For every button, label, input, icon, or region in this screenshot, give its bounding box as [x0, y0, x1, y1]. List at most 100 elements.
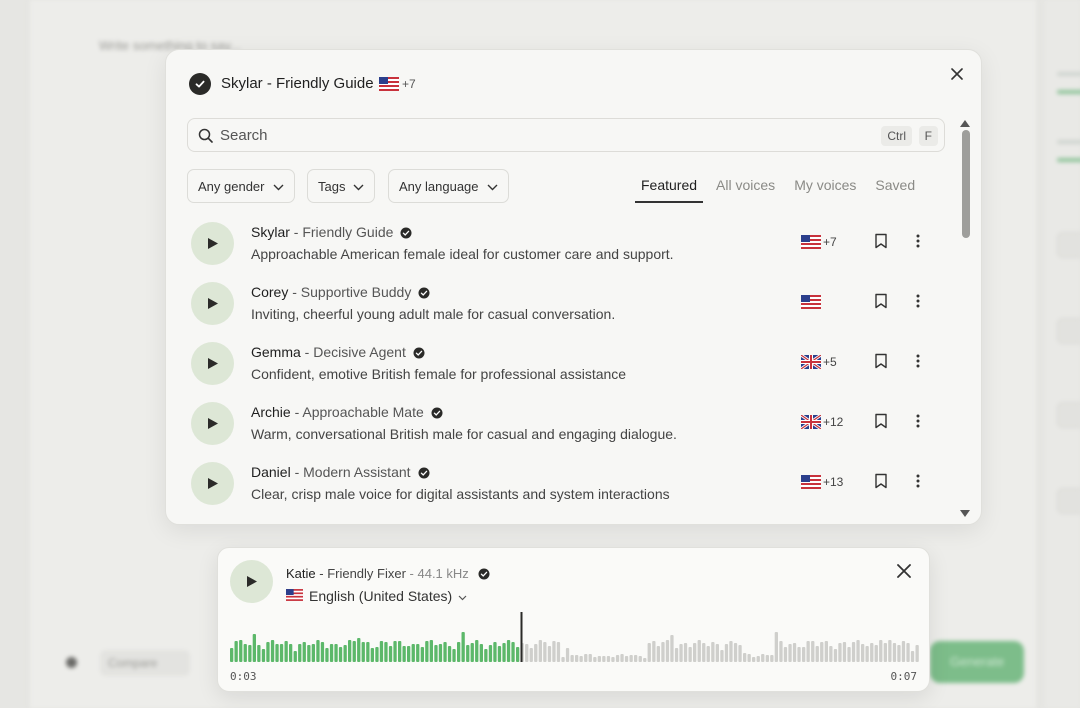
waveform-bar: [602, 656, 606, 662]
scrollbar-thumb[interactable]: [962, 130, 970, 238]
more-options-icon[interactable]: [916, 473, 920, 494]
voice-row-skylar[interactable]: Skylar - Friendly Guide Approachable Amer…: [187, 214, 947, 274]
bookmark-icon[interactable]: [874, 473, 888, 494]
bookmark-icon[interactable]: [874, 413, 888, 434]
gender-filter-dropdown[interactable]: Any gender: [187, 169, 295, 203]
waveform-bar: [407, 646, 411, 662]
tags-filter-dropdown[interactable]: Tags: [307, 169, 376, 203]
bookmark-icon[interactable]: [874, 233, 888, 254]
waveform-bar: [802, 647, 806, 662]
waveform-bar: [643, 658, 647, 662]
voice-role: - Modern Assistant: [290, 464, 411, 480]
waveform-bar: [379, 641, 384, 662]
play-button[interactable]: [191, 282, 234, 325]
waveform-bar: [447, 646, 452, 662]
waveform-bar: [239, 640, 243, 662]
waveform-bar: [851, 642, 856, 662]
waveform-bar: [670, 635, 674, 662]
verified-badge-icon: [418, 286, 430, 302]
search-input[interactable]: [220, 119, 820, 151]
voice-description: Clear, crisp male voice for digital assi…: [251, 486, 670, 502]
waveform-bar: [534, 644, 538, 662]
verified-badge-icon: [478, 568, 490, 583]
play-button[interactable]: [191, 402, 234, 445]
waveform-bar: [425, 641, 429, 662]
more-options-icon[interactable]: [916, 293, 920, 314]
waveform-bar: [897, 645, 901, 662]
voice-extra-languages: +5: [823, 355, 837, 369]
waveform-bar: [815, 646, 819, 662]
background-compare-button: Compare: [100, 650, 190, 676]
play-button[interactable]: [191, 222, 234, 265]
waveform-bar: [348, 640, 352, 662]
waveform-bar: [824, 641, 828, 662]
waveform-bar: [842, 642, 847, 662]
waveform-bar: [329, 644, 334, 662]
tab-featured[interactable]: Featured: [635, 177, 704, 203]
player-close-icon[interactable]: [897, 564, 911, 583]
waveform-bar: [298, 644, 302, 662]
audio-waveform[interactable]: [230, 612, 920, 666]
waveform-bar: [375, 647, 379, 662]
voice-title: Skylar - Friendly Guide: [251, 224, 412, 242]
voice-row-corey[interactable]: Corey - Supportive Buddy Inviting, cheerf…: [187, 274, 947, 334]
waveform-bar: [402, 646, 406, 662]
player-voice-role: - Friendly Fixer: [315, 566, 406, 581]
scroll-down-arrow-icon[interactable]: [960, 505, 970, 523]
voice-name: Gemma: [251, 344, 301, 360]
more-options-icon[interactable]: [916, 353, 920, 374]
play-button[interactable]: [191, 462, 234, 505]
player-language-dropdown[interactable]: English (United States): [286, 588, 467, 604]
close-modal-icon[interactable]: [947, 64, 967, 84]
waveform-bar: [230, 648, 234, 662]
waveform-bar: [529, 648, 533, 662]
play-icon: [207, 478, 218, 489]
voice-description: Warm, conversational British male for ca…: [251, 426, 677, 442]
chevron-down-icon: [487, 179, 498, 194]
bookmark-icon[interactable]: [874, 293, 888, 314]
voice-row-archie[interactable]: Archie - Approachable Mate Warm, conversa…: [187, 394, 947, 454]
waveform-bar: [770, 655, 774, 662]
waveform-bar: [870, 643, 874, 662]
voice-extra-languages: +12: [823, 415, 844, 429]
us-flag-icon: [801, 475, 821, 494]
voice-extra-languages: +13: [823, 475, 844, 489]
waveform-bar: [656, 646, 660, 662]
waveform-bar: [597, 656, 601, 662]
waveform-bar: [565, 648, 570, 662]
tab-saved[interactable]: Saved: [875, 177, 915, 203]
tab-my-voices[interactable]: My voices: [794, 177, 856, 203]
voice-role: - Supportive Buddy: [288, 284, 412, 300]
voice-title: Archie - Approachable Mate: [251, 404, 443, 422]
bookmark-icon[interactable]: [874, 353, 888, 374]
language-filter-dropdown[interactable]: Any language: [388, 169, 509, 203]
voice-row-daniel[interactable]: Daniel - Modern Assistant Clear, crisp ma…: [187, 454, 947, 514]
waveform-bar: [752, 657, 756, 662]
waveform-bar: [488, 645, 493, 662]
current-time: 0:03: [230, 670, 257, 683]
play-button[interactable]: [191, 342, 234, 385]
more-options-icon[interactable]: [916, 413, 920, 434]
waveform-bar: [729, 641, 733, 662]
waveform-bar: [820, 642, 824, 662]
waveform-bar: [588, 654, 592, 662]
voice-tabs: Featured All voices My voices Saved: [635, 177, 934, 203]
voice-description: Inviting, cheerful young adult male for …: [251, 306, 616, 322]
waveform-bar: [479, 644, 483, 662]
tab-all-voices[interactable]: All voices: [716, 177, 775, 203]
player-language-label: English (United States): [309, 588, 453, 604]
selected-extra-languages: +7: [402, 77, 416, 91]
waveform-bar: [901, 641, 906, 662]
player-play-button[interactable]: [230, 560, 273, 603]
verified-badge-icon: [400, 226, 412, 242]
waveform-bar: [411, 644, 415, 662]
waveform-bar: [747, 654, 751, 662]
waveform-bar: [302, 642, 306, 662]
waveform-bar: [243, 644, 247, 662]
waveform-bar: [270, 640, 275, 662]
voice-row-gemma[interactable]: Gemma - Decisive Agent Confident, emotive…: [187, 334, 947, 394]
waveform-bar: [338, 647, 343, 662]
waveform-bar: [593, 657, 597, 662]
more-options-icon[interactable]: [916, 233, 920, 254]
waveform-bar: [615, 655, 620, 662]
